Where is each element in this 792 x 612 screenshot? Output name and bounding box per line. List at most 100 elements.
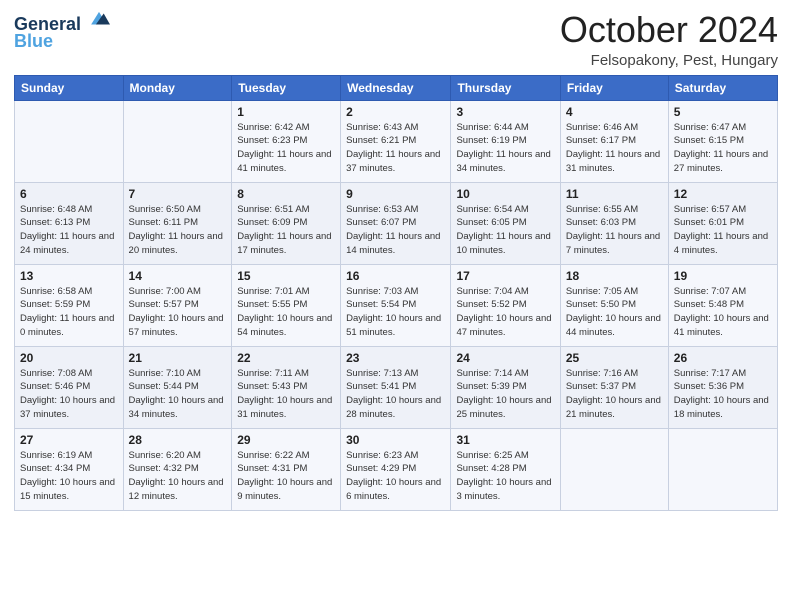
sunset-text: Sunset: 6:09 PM: [237, 217, 307, 228]
daylight-text: Daylight: 10 hours and 54 minutes.: [237, 313, 332, 338]
calendar-cell: 4Sunrise: 6:46 AMSunset: 6:17 PMDaylight…: [560, 100, 668, 182]
day-number: 18: [566, 269, 663, 283]
calendar-cell: 15 Sunrise: 7:01 AMSunset: 5:55 PMDayligh…: [232, 264, 341, 346]
calendar-cell: [15, 100, 124, 182]
calendar-week-row: 13 Sunrise: 6:58 AM Sunset: 5:59 PM Dayligh…: [15, 264, 778, 346]
daylight-text: Daylight: 11 hours and 17 minutes.: [237, 231, 331, 256]
sunset-text: Sunset: 4:28 PM: [456, 463, 526, 474]
calendar-cell: 5 Sunrise: 6:47 AMSunset: 6:15 PMDaylight…: [668, 100, 777, 182]
sunset-text: Sunset: 6:23 PM: [237, 135, 307, 146]
day-info: Sunrise: 6:23 AMSunset: 4:29 PMDaylight:…: [346, 449, 445, 504]
sunset-text: Sunset: 6:03 PM: [566, 217, 636, 228]
sunrise-text: Sunrise: 6:46 AM: [566, 122, 638, 133]
col-header-monday: Monday: [123, 75, 232, 100]
sunrise-text: Sunrise: 7:11 AM: [237, 368, 309, 379]
calendar-cell: 16Sunrise: 7:03 AMSunset: 5:54 PMDayligh…: [341, 264, 451, 346]
day-number: 15: [237, 269, 335, 283]
daylight-text: Daylight: 10 hours and 21 minutes.: [566, 395, 661, 420]
daylight-text: Daylight: 11 hours and 4 minutes.: [674, 231, 768, 256]
calendar-week-row: 1Sunrise: 6:42 AMSunset: 6:23 PMDaylight…: [15, 100, 778, 182]
calendar-week-row: 6Sunrise: 6:48 AMSunset: 6:13 PMDaylight…: [15, 182, 778, 264]
sunset-text: Sunset: 5:46 PM: [20, 381, 90, 392]
daylight-text: Daylight: 10 hours and 25 minutes.: [456, 395, 551, 420]
sunrise-text: Sunrise: 6:23 AM: [346, 450, 418, 461]
day-info: Sunrise: 7:05 AMSunset: 5:50 PMDaylight:…: [566, 285, 663, 340]
calendar-cell: [560, 428, 668, 510]
day-info: Sunrise: 7:16 AMSunset: 5:37 PMDaylight:…: [566, 367, 663, 422]
daylight-text: Daylight: 10 hours and 28 minutes.: [346, 395, 441, 420]
sunset-text: Sunset: 5:59 PM: [20, 299, 90, 310]
calendar-cell: 26Sunrise: 7:17 AMSunset: 5:36 PMDayligh…: [668, 346, 777, 428]
day-info: Sunrise: 6:22 AMSunset: 4:31 PMDaylight:…: [237, 449, 335, 504]
day-number: 13: [20, 269, 118, 283]
calendar-week-row: 27Sunrise: 6:19 AMSunset: 4:34 PMDayligh…: [15, 428, 778, 510]
day-number: 31: [456, 433, 554, 447]
sunset-text: Sunset: 5:48 PM: [674, 299, 744, 310]
col-header-tuesday: Tuesday: [232, 75, 341, 100]
sunrise-text: Sunrise: 6:55 AM: [566, 204, 638, 215]
sunset-text: Sunset: 5:54 PM: [346, 299, 416, 310]
sunset-text: Sunset: 4:31 PM: [237, 463, 307, 474]
daylight-text: Daylight: 10 hours and 47 minutes.: [456, 313, 551, 338]
sunrise-text: Sunrise: 7:13 AM: [346, 368, 418, 379]
calendar-cell: 20Sunrise: 7:08 AMSunset: 5:46 PMDayligh…: [15, 346, 124, 428]
day-number: 11: [566, 187, 663, 201]
sunset-text: Sunset: 5:41 PM: [346, 381, 416, 392]
day-info: Sunrise: 6:44 AMSunset: 6:19 PMDaylight:…: [456, 121, 554, 176]
sunrise-text: Sunrise: 7:04 AM: [456, 286, 528, 297]
day-number: 16: [346, 269, 445, 283]
calendar-table: SundayMondayTuesdayWednesdayThursdayFrid…: [14, 75, 778, 511]
day-number: 20: [20, 351, 118, 365]
day-info: Sunrise: 6:19 AMSunset: 4:34 PMDaylight:…: [20, 449, 118, 504]
title-block: October 2024 Felsopakony, Pest, Hungary: [560, 10, 778, 69]
sunrise-text: Sunrise: 6:44 AM: [456, 122, 528, 133]
calendar-cell: 28Sunrise: 6:20 AMSunset: 4:32 PMDayligh…: [123, 428, 232, 510]
day-info: Sunrise: 7:14 AMSunset: 5:39 PMDaylight:…: [456, 367, 554, 422]
calendar-cell: 9Sunrise: 6:53 AMSunset: 6:07 PMDaylight…: [341, 182, 451, 264]
col-header-wednesday: Wednesday: [341, 75, 451, 100]
day-number: 19: [674, 269, 772, 283]
daylight-text: Daylight: 10 hours and 9 minutes.: [237, 477, 332, 502]
calendar-cell: 6Sunrise: 6:48 AMSunset: 6:13 PMDaylight…: [15, 182, 124, 264]
day-number: 1: [237, 105, 335, 119]
col-header-thursday: Thursday: [451, 75, 560, 100]
day-info: Sunrise: 6:25 AMSunset: 4:28 PMDaylight:…: [456, 449, 554, 504]
sunset-text: Sunset: 5:43 PM: [237, 381, 307, 392]
daylight-text: Daylight: 11 hours and 41 minutes.: [237, 149, 331, 174]
sunset-text: Sunset: 6:13 PM: [20, 217, 90, 228]
day-info: Sunrise: 7:01 AMSunset: 5:55 PMDaylight:…: [237, 285, 335, 340]
daylight-text: Daylight: 10 hours and 15 minutes.: [20, 477, 115, 502]
calendar-cell: [668, 428, 777, 510]
calendar-cell: 21Sunrise: 7:10 AMSunset: 5:44 PMDayligh…: [123, 346, 232, 428]
calendar-cell: 24Sunrise: 7:14 AMSunset: 5:39 PMDayligh…: [451, 346, 560, 428]
day-number: 5: [674, 105, 772, 119]
logo-icon: [88, 8, 110, 30]
sunrise-text: Sunrise: 6:51 AM: [237, 204, 309, 215]
daylight-text: Daylight: 10 hours and 3 minutes.: [456, 477, 551, 502]
sunrise-text: Sunrise: 6:43 AM: [346, 122, 418, 133]
daylight-text: Daylight: 11 hours and 20 minutes.: [129, 231, 223, 256]
day-number: 6: [20, 187, 118, 201]
daylight-text: Daylight: 10 hours and 31 minutes.: [237, 395, 332, 420]
day-info: Sunrise: 6:53 AMSunset: 6:07 PMDaylight:…: [346, 203, 445, 258]
sunset-text: Sunset: 5:44 PM: [129, 381, 199, 392]
day-info: Sunrise: 6:47 AMSunset: 6:15 PMDaylight:…: [674, 121, 772, 176]
calendar-cell: 2Sunrise: 6:43 AMSunset: 6:21 PMDaylight…: [341, 100, 451, 182]
sunrise-text: Sunrise: 7:00 AM: [129, 286, 201, 297]
col-header-sunday: Sunday: [15, 75, 124, 100]
daylight-text: Daylight: 10 hours and 41 minutes.: [674, 313, 769, 338]
day-info: Sunrise: 6:54 AMSunset: 6:05 PMDaylight:…: [456, 203, 554, 258]
calendar-cell: 22Sunrise: 7:11 AMSunset: 5:43 PMDayligh…: [232, 346, 341, 428]
sunset-text: Sunset: 6:01 PM: [674, 217, 744, 228]
sunrise-text: Sunrise: 6:58 AM: [20, 286, 92, 297]
sunrise-text: Sunrise: 7:16 AM: [566, 368, 638, 379]
day-info: Sunrise: 7:13 AM Sunset: 5:41 PM Daylight:…: [346, 367, 445, 422]
calendar-page: General Blue October 2024 Felsopakony, P…: [0, 0, 792, 612]
logo: General Blue: [14, 10, 110, 52]
sunset-text: Sunset: 6:15 PM: [674, 135, 744, 146]
day-number: 4: [566, 105, 663, 119]
day-number: 23: [346, 351, 445, 365]
month-title: October 2024: [560, 10, 778, 50]
day-info: Sunrise: 6:55 AMSunset: 6:03 PMDaylight:…: [566, 203, 663, 258]
calendar-cell: 11Sunrise: 6:55 AMSunset: 6:03 PMDayligh…: [560, 182, 668, 264]
